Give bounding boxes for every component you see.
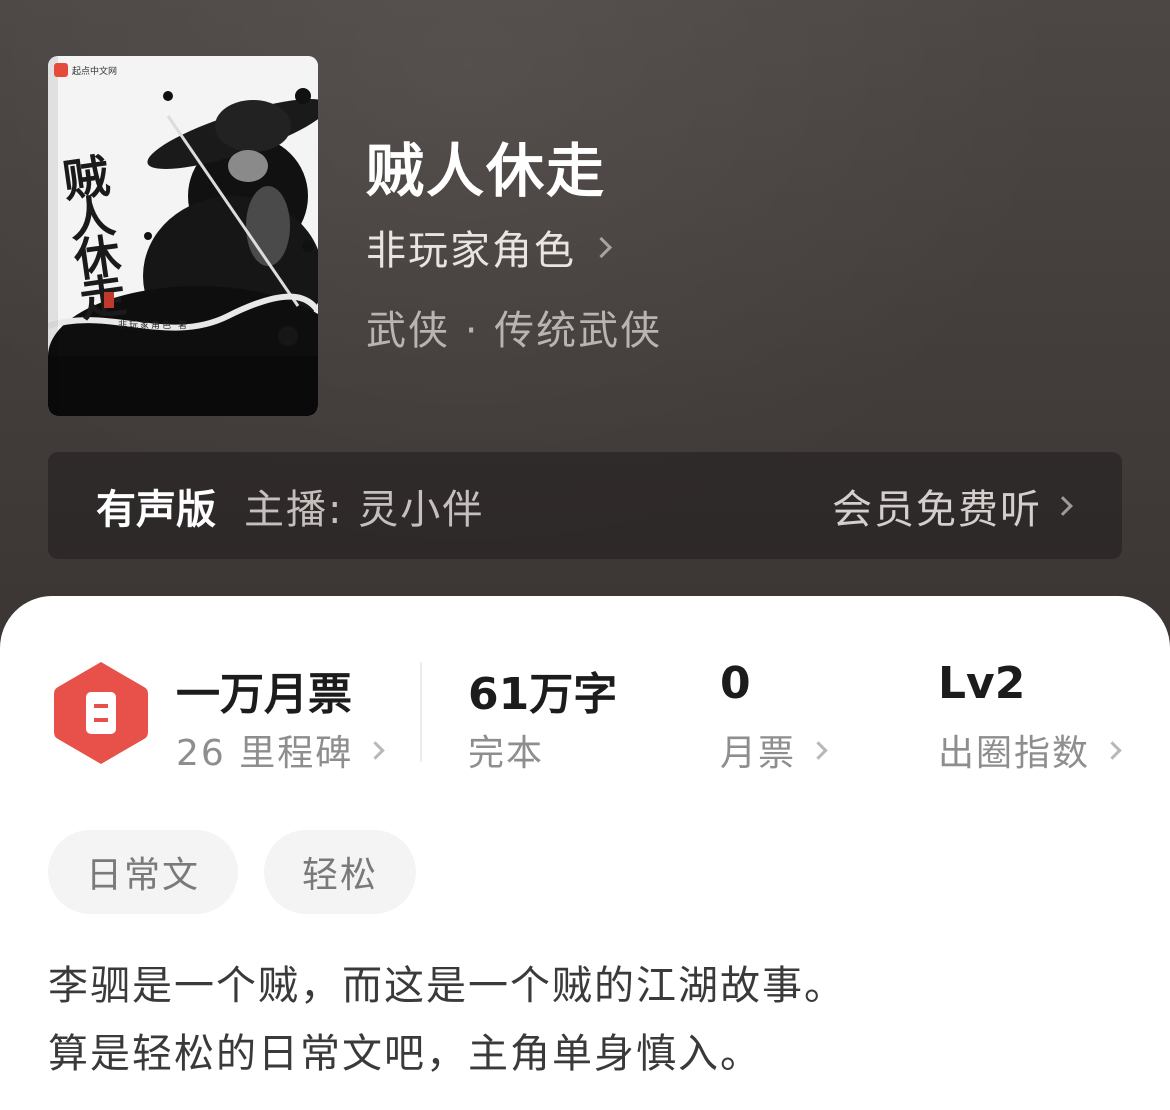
tag-chip[interactable]: 轻松 (264, 830, 417, 914)
completion-status-label: 完本 (468, 733, 545, 774)
stats-row: 一万月票 26 里程碑 61万字 完本 0 月票 Lv2 出圈指数 (0, 596, 1170, 796)
author-name: 非玩家角色 (366, 228, 576, 274)
chevron-right-icon (809, 740, 828, 760)
cover-logo-text: 起点中文网 (72, 66, 118, 77)
monthly-ticket-badge-icon[interactable] (52, 660, 150, 766)
popularity-index-link[interactable]: 出圈指数 (938, 724, 1122, 776)
milestone-link[interactable]: 26 里程碑 (176, 724, 385, 776)
member-free-listen-label: 会员免费听 (832, 486, 1042, 533)
book-info-card: 一万月票 26 里程碑 61万字 完本 0 月票 Lv2 出圈指数 日常文 轻松… (0, 596, 1170, 1110)
audio-version-label: 有声版 (96, 486, 216, 533)
chevron-right-icon (1053, 495, 1073, 516)
cover-logo: 起点中文网 (54, 62, 117, 78)
monthly-ticket-link[interactable]: 月票 (720, 724, 828, 776)
milestone-count: 26 里程碑 (176, 733, 354, 774)
book-cover[interactable]: 起点中文网 贼人休走 非玩家角色 著 (48, 56, 318, 416)
word-count: 61万字 (468, 669, 618, 720)
completion-status: 完本 (468, 724, 544, 776)
chevron-right-icon (590, 236, 613, 258)
milestone-title: 一万月票 (176, 669, 352, 720)
monthly-ticket-label: 月票 (720, 733, 797, 774)
popularity-level: Lv2 (938, 658, 1026, 709)
book-description[interactable]: 李驷是一个贼，而这是一个贼的江湖故事。 算是轻松的日常文吧，主角单身慎入。 (48, 952, 1128, 1088)
popularity-index-label: 出圈指数 (938, 733, 1091, 774)
qidian-logo-icon (54, 63, 68, 77)
cover-author-text: 非玩家角色 著 (118, 321, 189, 331)
audio-version-bar[interactable]: 有声版 主播: 灵小伴 会员免费听 (48, 452, 1122, 559)
monthly-ticket-count: 0 (720, 658, 751, 709)
description-line: 李驷是一个贼，而这是一个贼的江湖故事。 (48, 963, 846, 1009)
cover-seal-icon (104, 292, 114, 308)
member-free-listen-link[interactable]: 会员免费听 (832, 477, 1074, 535)
author-link[interactable]: 非玩家角色 (366, 218, 613, 276)
audio-host: 主播: 灵小伴 (244, 486, 485, 533)
tag-list: 日常文 轻松 (48, 830, 417, 914)
book-title: 贼人休走 (366, 137, 607, 205)
chevron-right-icon (366, 740, 385, 760)
book-genre: 武侠 · 传统武侠 (366, 308, 663, 354)
chevron-right-icon (1103, 740, 1122, 760)
book-header: 起点中文网 贼人休走 非玩家角色 著 贼人休走 非玩家角色 武侠 · 传统武侠 … (0, 0, 1170, 650)
stats-divider (420, 662, 422, 762)
description-line: 算是轻松的日常文吧，主角单身慎入。 (48, 1031, 762, 1077)
tag-chip[interactable]: 日常文 (48, 830, 239, 914)
